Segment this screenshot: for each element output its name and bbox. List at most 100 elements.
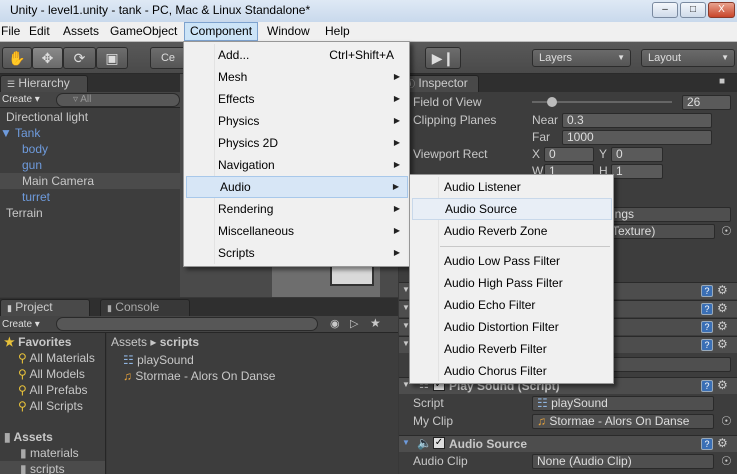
folder-item[interactable]: ▮ materials: [20, 445, 79, 461]
component-field[interactable]: [607, 357, 731, 372]
menu-item-audio-low-pass-filter[interactable]: Audio Low Pass Filter: [411, 250, 612, 272]
tab-hierarchy[interactable]: ☰ Hierarchy: [0, 75, 88, 92]
hierarchy-item[interactable]: gun: [22, 157, 42, 173]
menu-item-audio-reverb-filter[interactable]: Audio Reverb Filter: [411, 338, 612, 360]
menu-item-audio-reverb-zone[interactable]: Audio Reverb Zone: [411, 220, 612, 242]
rendering-path-dropdown[interactable]: ings: [607, 207, 731, 222]
gear-icon[interactable]: ⚙: [717, 319, 728, 333]
filter-label-icon[interactable]: ▷: [350, 317, 358, 330]
project-tree: ★ Favorites ⚲ All Materials ⚲ All Models…: [0, 333, 106, 474]
filter-type-icon[interactable]: ◉: [330, 317, 340, 330]
field-of-view-input[interactable]: 26: [682, 95, 731, 110]
hierarchy-item[interactable]: turret: [22, 189, 50, 205]
menu-item-scripts[interactable]: Scripts ▶: [185, 242, 408, 264]
menu-item-audio-source[interactable]: Audio Source: [412, 198, 612, 220]
gear-icon[interactable]: ⚙: [717, 301, 728, 315]
menu-item-mesh[interactable]: Mesh ▶: [185, 66, 408, 88]
menu-help[interactable]: Help: [320, 22, 355, 41]
file-item[interactable]: ♫ Stormae - Alors On Danse: [123, 368, 275, 384]
audio-clip-label: Audio Clip: [413, 454, 468, 468]
maximize-button[interactable]: □: [680, 2, 706, 18]
pivot-center-button[interactable]: Ce: [150, 47, 186, 69]
viewport-h-input[interactable]: 1: [611, 164, 663, 179]
menu-gameobject[interactable]: GameObject: [105, 22, 182, 41]
audio-clip-field[interactable]: None (Audio Clip): [532, 454, 714, 469]
favorite-item[interactable]: ⚲ All Models: [18, 366, 85, 382]
favorite-item[interactable]: ⚲ All Materials: [18, 350, 95, 366]
hierarchy-item[interactable]: ▼ Tank: [0, 125, 40, 141]
help-icon[interactable]: ?: [701, 303, 713, 315]
breadcrumb-root[interactable]: Assets ▸: [111, 335, 156, 349]
gear-icon[interactable]: ⚙: [717, 436, 728, 450]
audio-source-header[interactable]: ▼ 🔈 ✓ Audio Source ? ⚙: [399, 435, 737, 452]
layers-dropdown[interactable]: Layers ▼: [532, 49, 631, 67]
help-icon[interactable]: ?: [701, 380, 713, 392]
target-texture-field[interactable]: Texture): [607, 224, 715, 239]
tab-project[interactable]: ▮ Project: [0, 299, 90, 316]
layout-dropdown[interactable]: Layout ▼: [641, 49, 735, 67]
menu-file[interactable]: File: [0, 22, 25, 41]
menu-item-audio-distortion-filter[interactable]: Audio Distortion Filter: [411, 316, 612, 338]
menu-item-audio-echo-filter[interactable]: Audio Echo Filter: [411, 294, 612, 316]
rotate-tool-button[interactable]: ⟳: [63, 47, 96, 69]
menu-window[interactable]: Window: [262, 22, 315, 41]
menu-item-audio-high-pass-filter[interactable]: Audio High Pass Filter: [411, 272, 612, 294]
slider-thumb[interactable]: [547, 97, 557, 107]
favorites-header[interactable]: ★ Favorites: [4, 334, 71, 350]
my-clip-field[interactable]: ♫ Stormae - Alors On Danse: [532, 414, 714, 429]
menu-item-navigation[interactable]: Navigation ▶: [185, 154, 408, 176]
assets-folder[interactable]: ▮ Assets: [4, 429, 53, 445]
scale-tool-button[interactable]: ▣: [96, 47, 128, 69]
file-item[interactable]: ☷ playSound: [123, 352, 194, 368]
tab-inspector[interactable]: ⓘ Inspector: [399, 75, 479, 92]
menu-item-audio[interactable]: Audio ▶: [186, 176, 408, 198]
star-icon[interactable]: ★: [370, 316, 381, 330]
menu-item-effects[interactable]: Effects ▶: [185, 88, 408, 110]
object-picker-icon[interactable]: ☉: [721, 224, 732, 238]
project-search-input[interactable]: [56, 317, 318, 331]
menu-item-physics-2d[interactable]: Physics 2D ▶: [185, 132, 408, 154]
help-icon[interactable]: ?: [701, 285, 713, 297]
far-input[interactable]: 1000: [562, 130, 712, 145]
hierarchy-create-button[interactable]: Create ▾: [2, 94, 40, 105]
gear-icon[interactable]: ⚙: [717, 283, 728, 297]
project-create-button[interactable]: Create ▾: [2, 319, 40, 330]
object-picker-icon[interactable]: ☉: [721, 414, 732, 428]
menu-item-audio-chorus-filter[interactable]: Audio Chorus Filter: [411, 360, 612, 382]
menu-item-audio-listener[interactable]: Audio Listener: [411, 176, 612, 198]
hand-tool-button[interactable]: ✋: [2, 47, 32, 69]
close-button[interactable]: X: [708, 2, 735, 18]
hierarchy-item-selected[interactable]: Main Camera: [0, 173, 180, 189]
hierarchy-search-input[interactable]: ▿ All: [56, 93, 180, 107]
viewport-x-input[interactable]: 0: [544, 147, 594, 162]
menu-component[interactable]: Component: [184, 22, 259, 41]
menu-item-miscellaneous[interactable]: Miscellaneous ▶: [185, 220, 408, 242]
menu-edit[interactable]: Edit: [24, 22, 55, 41]
hierarchy-item[interactable]: Directional light: [6, 109, 88, 125]
hierarchy-item[interactable]: body: [22, 141, 48, 157]
gear-icon[interactable]: ⚙: [717, 337, 728, 351]
enabled-checkbox[interactable]: ✓: [433, 437, 445, 449]
menu-item-add[interactable]: Add... Ctrl+Shift+A: [185, 44, 408, 66]
help-icon[interactable]: ?: [701, 438, 713, 450]
menu-assets[interactable]: Assets: [58, 22, 104, 41]
favorite-item[interactable]: ⚲ All Prefabs: [18, 382, 88, 398]
help-icon[interactable]: ?: [701, 339, 713, 351]
step-button[interactable]: ▶❙: [425, 47, 461, 69]
lock-icon[interactable]: ■: [719, 76, 725, 87]
object-picker-icon[interactable]: ☉: [721, 454, 732, 468]
minimize-button[interactable]: –: [652, 2, 678, 18]
gear-icon[interactable]: ⚙: [717, 378, 728, 392]
favorite-item[interactable]: ⚲ All Scripts: [18, 398, 83, 414]
tab-console[interactable]: ▮ Console: [100, 299, 190, 316]
folder-item-selected[interactable]: ▮ scripts: [0, 461, 105, 474]
help-icon[interactable]: ?: [701, 321, 713, 333]
script-field[interactable]: ☷ playSound: [532, 396, 714, 411]
hierarchy-item[interactable]: Terrain: [6, 205, 43, 221]
viewport-y-input[interactable]: 0: [611, 147, 663, 162]
menu-item-rendering[interactable]: Rendering ▶: [185, 198, 408, 220]
near-input[interactable]: 0.3: [562, 113, 712, 128]
folder-icon: ▮: [7, 303, 12, 313]
menu-item-physics[interactable]: Physics ▶: [185, 110, 408, 132]
move-tool-button[interactable]: ✥: [32, 47, 63, 69]
